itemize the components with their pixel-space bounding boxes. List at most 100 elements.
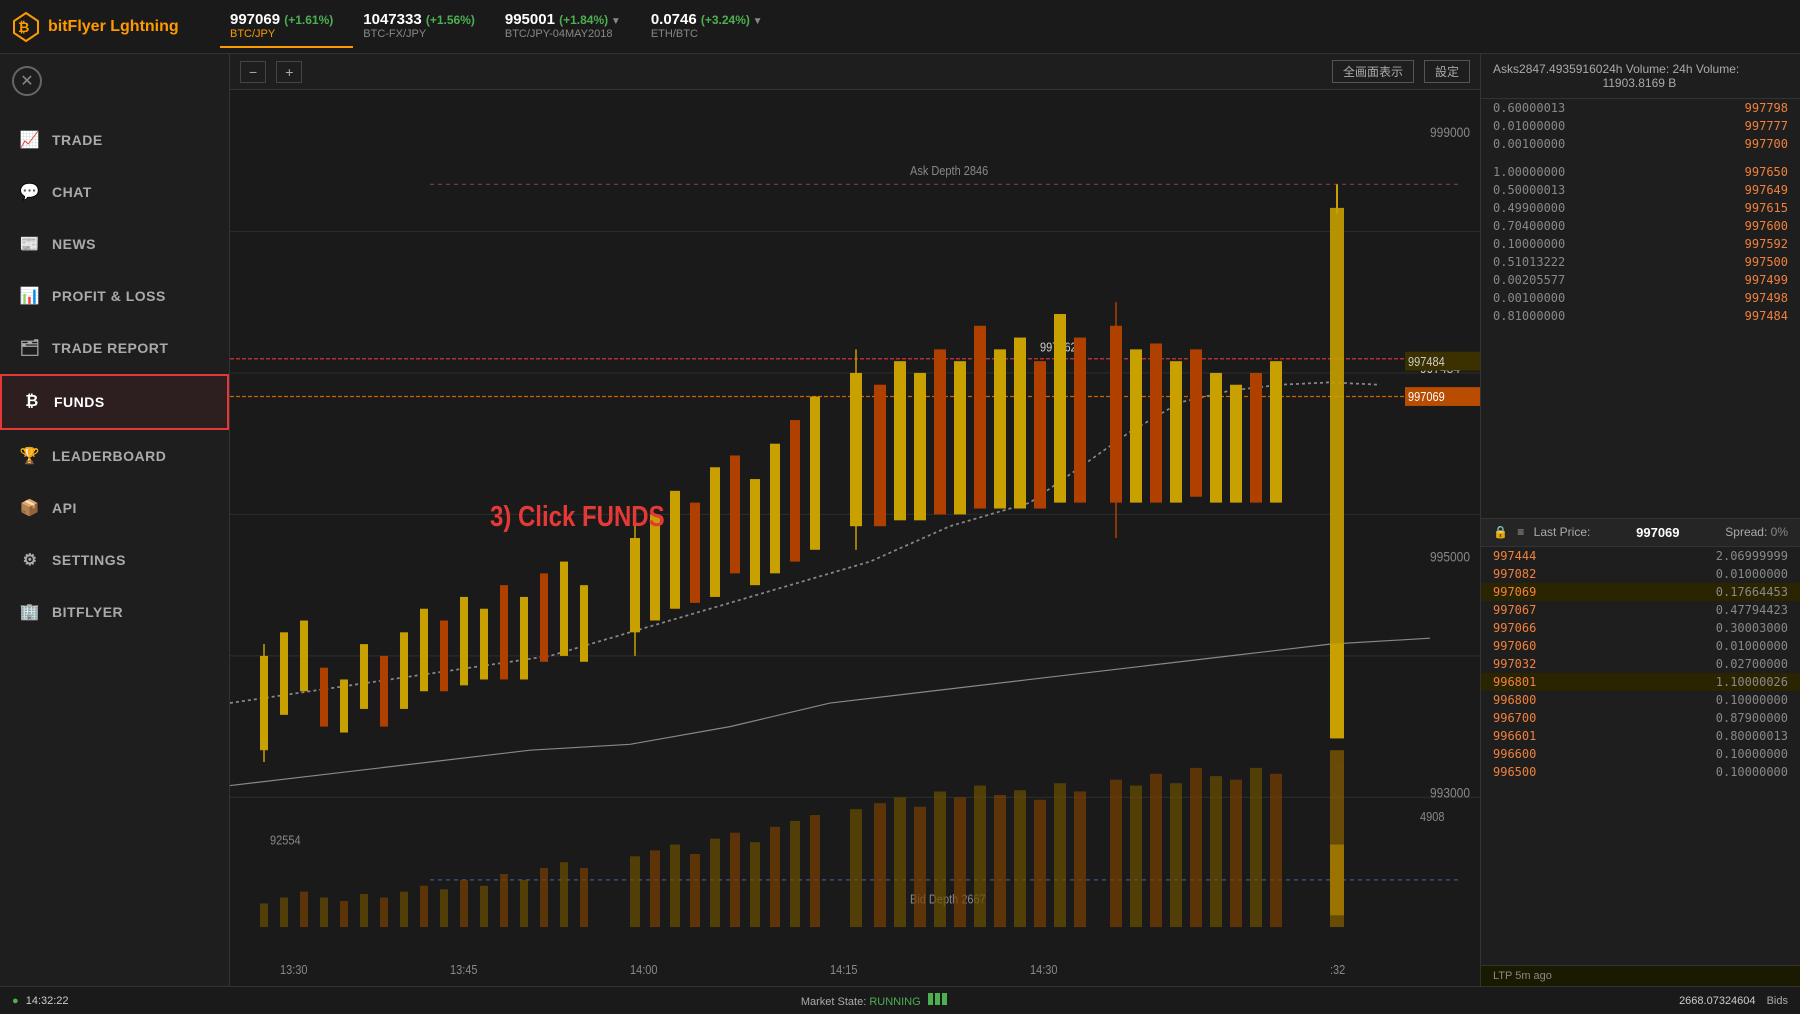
- svg-text:Ask Depth 2846: Ask Depth 2846: [910, 163, 989, 178]
- bid-size: 0.02700000: [1716, 657, 1788, 671]
- sidebar-item-label-chat: CHAT: [52, 184, 92, 200]
- ask-size: 0.50000013: [1493, 183, 1565, 197]
- sidebar-item-news[interactable]: 📰 NEWS: [0, 218, 229, 270]
- main-content: ✕ 📈 TRADE 💬 CHAT 📰 NEWS 📊 PROFIT & LOSS …: [0, 54, 1800, 986]
- fullscreen-button[interactable]: 全画面表示: [1332, 60, 1414, 83]
- ob-bid-row: 997067 0.47794423: [1481, 601, 1800, 619]
- ob-ask-row: [1481, 153, 1800, 163]
- logo-icon: ₿: [10, 11, 42, 43]
- svg-text:4908: 4908: [1420, 809, 1445, 824]
- ask-size: 0.00205577: [1493, 273, 1565, 287]
- ob-ask-row: 0.10000000 997592: [1481, 235, 1800, 253]
- leaderboard-icon: 🏆: [20, 446, 40, 466]
- svg-text:995000: 995000: [1430, 549, 1470, 565]
- sidebar-item-label-funds: FUNDS: [54, 394, 105, 410]
- chart-settings-button[interactable]: 設定: [1424, 60, 1470, 83]
- bid-size: 0.10000000: [1716, 693, 1788, 707]
- ob-bid-row: 997069 0.17664453: [1481, 583, 1800, 601]
- bid-size: 2.06999999: [1716, 549, 1788, 563]
- status-price: 2668.07324604: [1679, 995, 1755, 1007]
- profit-loss-icon: 📊: [20, 286, 40, 306]
- bid-size: 0.47794423: [1716, 603, 1788, 617]
- svg-text:14:30: 14:30: [1030, 962, 1058, 977]
- zoom-in-button[interactable]: +: [276, 61, 302, 83]
- ob-bid-row: 996601 0.80000013: [1481, 727, 1800, 745]
- ask-size: 1.00000000: [1493, 165, 1565, 179]
- ob-header: Asks 2847.49359160 24h Volume: 24h Volum…: [1481, 54, 1800, 99]
- sidebar-item-label-news: NEWS: [52, 236, 96, 252]
- settings-icon: ⚙: [20, 550, 40, 570]
- ticker-group: 997069 (+1.61%) BTC/JPY 1047333 (+1.56%)…: [220, 5, 1790, 48]
- ob-ask-row: 0.60000013 997798: [1481, 99, 1800, 117]
- sidebar-item-api[interactable]: 📦 API: [0, 482, 229, 534]
- bid-size: 0.01000000: [1716, 639, 1788, 653]
- bid-price: 997066: [1493, 621, 1536, 635]
- status-bar: ● 14:32:22 Market State: RUNNING 2668.07…: [0, 986, 1800, 1014]
- sidebar-item-bitflyer[interactable]: 🏢 BITFLYER: [0, 586, 229, 638]
- ticker-item-1[interactable]: 1047333 (+1.56%) BTC-FX/JPY: [353, 5, 495, 48]
- ob-bid-row: 997032 0.02700000: [1481, 655, 1800, 673]
- ob-volume-value: 2847.49359160: [1519, 62, 1602, 90]
- sidebar-item-label-settings: SETTINGS: [52, 552, 126, 568]
- bid-size: 0.01000000: [1716, 567, 1788, 581]
- ask-size: 0.81000000: [1493, 309, 1565, 323]
- ob-ask-row: 0.49900000 997615: [1481, 199, 1800, 217]
- svg-text:14:15: 14:15: [830, 962, 858, 977]
- ask-size: 0.60000013: [1493, 101, 1565, 115]
- svg-text:999000: 999000: [1430, 124, 1470, 140]
- ob-bids: 997444 2.06999999 997082 0.01000000 9970…: [1481, 547, 1800, 966]
- chart-canvas: 999000 997484 997069 995000 993000 4908 …: [230, 90, 1480, 986]
- svg-text:3) Click FUNDS: 3) Click FUNDS: [490, 500, 665, 532]
- running-bars: [928, 993, 947, 1005]
- bid-size: 0.30003000: [1716, 621, 1788, 635]
- svg-text:₿: ₿: [18, 19, 29, 35]
- svg-text:13:45: 13:45: [450, 962, 478, 977]
- svg-text:997069: 997069: [1408, 389, 1445, 404]
- ob-ask-row: 0.00100000 997498: [1481, 289, 1800, 307]
- chart-svg: 999000 997484 997069 995000 993000 4908 …: [230, 90, 1480, 986]
- chart-area: − + 全画面表示 設定 999000 997484 997069 995000…: [230, 54, 1480, 986]
- zoom-out-button[interactable]: −: [240, 61, 266, 83]
- ob-bid-row: 996600 0.10000000: [1481, 745, 1800, 763]
- bid-price: 996500: [1493, 765, 1536, 779]
- sidebar-item-trade-report[interactable]: 🗂 TRADE REPORT: [0, 322, 229, 374]
- sidebar-item-settings[interactable]: ⚙ SETTINGS: [0, 534, 229, 586]
- ask-price: 997615: [1745, 201, 1788, 215]
- ask-price: 997649: [1745, 183, 1788, 197]
- news-icon: 📰: [20, 234, 40, 254]
- ticker-item-3[interactable]: 0.0746 (+3.24%) ▼ ETH/BTC: [641, 5, 783, 48]
- bid-size: 1.10000026: [1716, 675, 1788, 689]
- ob-ask-row: 0.81000000 997484: [1481, 307, 1800, 325]
- svg-text:13:30: 13:30: [280, 962, 308, 977]
- ticker-item-0[interactable]: 997069 (+1.61%) BTC/JPY: [220, 5, 353, 48]
- bid-price: 996600: [1493, 747, 1536, 761]
- svg-text::32: :32: [1330, 962, 1346, 977]
- sidebar-item-label-api: API: [52, 500, 77, 516]
- ask-price: 997700: [1745, 137, 1788, 151]
- ticker-item-2[interactable]: 995001 (+1.84%) ▼ BTC/JPY-04MAY2018: [495, 5, 641, 48]
- sidebar-item-trade[interactable]: 📈 TRADE: [0, 114, 229, 166]
- close-button[interactable]: ✕: [12, 66, 42, 96]
- bid-size: 0.17664453: [1716, 585, 1788, 599]
- trade-report-icon: 🗂: [20, 338, 40, 358]
- nav-items: 📈 TRADE 💬 CHAT 📰 NEWS 📊 PROFIT & LOSS 🗂 …: [0, 114, 229, 638]
- sidebar-item-label-trade: TRADE: [52, 132, 103, 148]
- api-icon: 📦: [20, 498, 40, 518]
- sidebar-item-leaderboard[interactable]: 🏆 LEADERBOARD: [0, 430, 229, 482]
- bid-price: 997444: [1493, 549, 1536, 563]
- bid-size: 0.87900000: [1716, 711, 1788, 725]
- ask-size: 0.00100000: [1493, 291, 1565, 305]
- ob-bid-row: 997444 2.06999999: [1481, 547, 1800, 565]
- sidebar-item-chat[interactable]: 💬 CHAT: [0, 166, 229, 218]
- sidebar-item-label-bitflyer: BITFLYER: [52, 604, 123, 620]
- ob-bid-row: 996700 0.87900000: [1481, 709, 1800, 727]
- ob-asks-label: Asks: [1493, 62, 1519, 90]
- bid-size: 0.10000000: [1716, 747, 1788, 761]
- timestamp: 14:32:22: [26, 995, 69, 1007]
- ob-ask-row: 0.70400000 997600: [1481, 217, 1800, 235]
- ask-price: 997499: [1745, 273, 1788, 287]
- sidebar-item-funds[interactable]: ₿ FUNDS: [0, 374, 229, 430]
- bids-label: Bids: [1767, 995, 1788, 1007]
- sidebar-item-profit-loss[interactable]: 📊 PROFIT & LOSS: [0, 270, 229, 322]
- bitflyer-icon: 🏢: [20, 602, 40, 622]
